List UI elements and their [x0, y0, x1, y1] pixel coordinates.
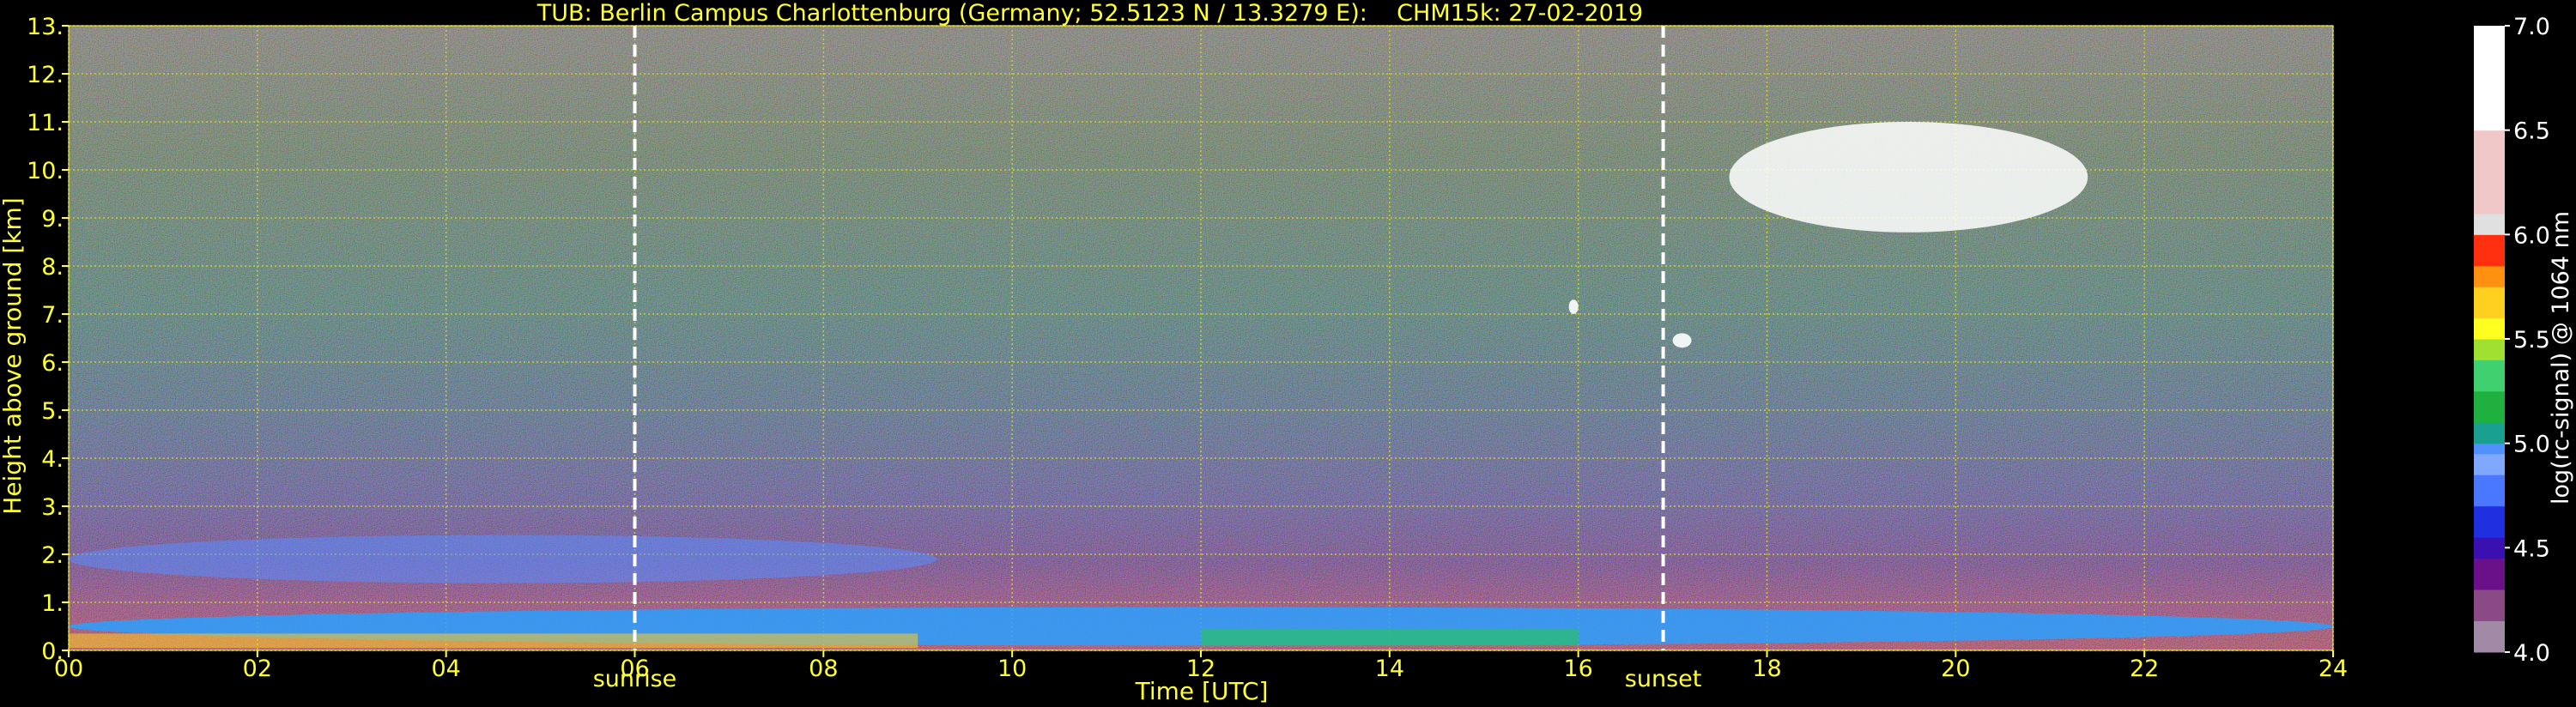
x-tick-label: 14	[1375, 656, 1404, 682]
x-tick-label: 22	[2130, 656, 2159, 682]
x-tick-label: 06	[620, 656, 649, 682]
y-tick-label: 4.	[41, 446, 64, 473]
colorbar-segment	[2474, 26, 2505, 131]
colorbar-segment	[2474, 360, 2505, 392]
y-axis-label: Height above ground [km]	[0, 197, 27, 515]
x-tick-label: 04	[431, 656, 460, 682]
x-tick-label: 02	[243, 656, 272, 682]
y-tick-label: 8.	[41, 254, 64, 281]
x-tick-label: 20	[1941, 656, 1970, 682]
sunset-label: sunset	[1625, 666, 1702, 692]
colorbar-segment	[2474, 558, 2505, 590]
colorbar-tick-label: 6.5	[2513, 118, 2550, 145]
colorbar-segment	[2474, 265, 2505, 287]
surface-aerosol-band	[69, 633, 918, 649]
y-tick-label: 6.	[41, 350, 64, 377]
cirrus-cloud	[1729, 122, 2088, 233]
colorbar-segment	[2474, 589, 2505, 621]
y-tick-label: 7.	[41, 302, 64, 329]
x-axis-label: Time [UTC]	[1135, 677, 1269, 705]
y-tick-label: 3.	[41, 494, 64, 521]
colorbar-segment	[2474, 234, 2505, 267]
x-tick-label: 10	[997, 656, 1027, 682]
y-tick-label: 1.	[41, 590, 64, 617]
colorbar-tick-label: 6.0	[2513, 222, 2550, 249]
y-tick-label: 2.	[41, 542, 64, 569]
isolated-cloud	[1672, 333, 1692, 348]
colorbar-segment	[2474, 390, 2505, 423]
x-tick-label: 16	[1563, 656, 1592, 682]
colorbar-segment	[2474, 317, 2505, 340]
x-tick-label: 18	[1752, 656, 1781, 682]
x-tick-label: 08	[809, 656, 838, 682]
y-tick-label: 13.	[27, 14, 64, 40]
colorbar-segment	[2474, 620, 2505, 653]
colorbar-tick-label: 7.0	[2513, 14, 2550, 40]
residual-aerosol-layer	[68, 535, 937, 583]
y-tick-label: 5.	[41, 398, 64, 425]
colorbar-label: log(rc-signal) @ 1064 nm	[2548, 211, 2574, 505]
colorbar-tick-label: 5.0	[2513, 432, 2550, 458]
isolated-cloud	[1568, 299, 1579, 314]
y-tick-label: 10.	[27, 158, 64, 184]
x-tick-label: 24	[2318, 656, 2348, 682]
chart-title: TUB: Berlin Campus Charlottenburg (Germa…	[536, 0, 1643, 27]
colorbar-segment	[2474, 287, 2505, 319]
colorbar: 4.0 4.5 5.0 5.5 6.0 6.5 7.0	[2474, 14, 2550, 667]
colorbar-tick-label: 4.0	[2513, 640, 2550, 667]
lidar-chart: sunrise sunset 00 02 04 06 08 10 12 14 16 18 20 22 24…	[0, 0, 2574, 705]
colorbar-segment	[2474, 339, 2505, 360]
y-tick-label: 0.	[41, 638, 64, 665]
colorbar-segment	[2474, 422, 2505, 444]
colorbar-tick-label: 4.5	[2513, 535, 2550, 562]
colorbar-segment	[2474, 453, 2505, 475]
y-tick-label: 12.	[27, 62, 64, 88]
y-tick-label: 9.	[41, 206, 64, 233]
colorbar-segment	[2474, 537, 2505, 559]
y-tick-label: 11.	[27, 110, 64, 136]
colorbar-segment	[2474, 130, 2505, 215]
surface-aerosol-band	[1201, 628, 1579, 646]
colorbar-tick-label: 5.5	[2513, 327, 2550, 354]
colorbar-segment	[2474, 443, 2505, 455]
colorbar-segment	[2474, 505, 2505, 538]
colorbar-segment	[2474, 214, 2505, 235]
colorbar-segment	[2474, 474, 2505, 507]
